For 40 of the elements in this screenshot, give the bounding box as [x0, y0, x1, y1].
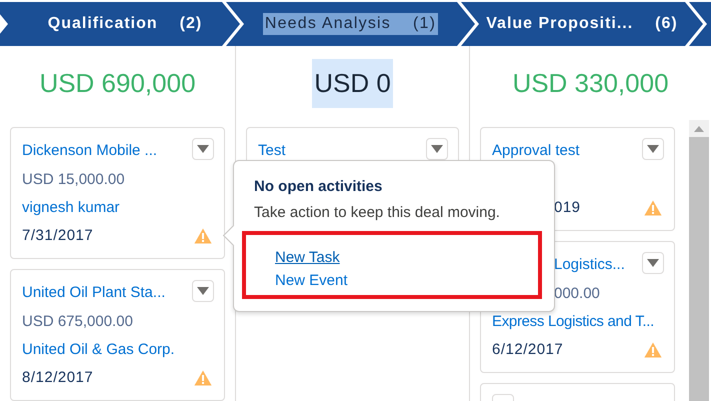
stage-name: Value Propositi... [486, 15, 634, 33]
deal-name-link[interactable]: Dickenson Mobile ... [22, 142, 158, 159]
stage-count: (1) [413, 15, 436, 33]
deal-amount: USD 675,000.00 [22, 312, 134, 332]
deal-amount: USD 15,000.00 [22, 170, 126, 190]
deal-name-link[interactable]: Approval test [492, 142, 580, 159]
close-date: 7/31/2017 [22, 226, 94, 246]
stage-name: Qualification [48, 15, 158, 33]
stage-count: (2) [180, 15, 202, 33]
deal-amount: 000.00 [553, 284, 601, 304]
deal-name-link[interactable]: United Oil Plant Sta... [22, 284, 166, 301]
caret-icon [647, 145, 659, 153]
deal-card[interactable]: Dickenson Mobile ... USD 15,000.00 vignesh kumar 7/31/2017 [10, 127, 225, 259]
dropdown-button[interactable] [192, 280, 214, 302]
account-link[interactable]: Express Logistics and T... [492, 308, 664, 336]
deal-name-link[interactable]: Test [258, 142, 286, 159]
account-link[interactable]: United Oil & Gas Corp. [22, 336, 214, 364]
close-date: 6/12/2017 [492, 340, 564, 360]
caret-icon [197, 287, 209, 295]
dropdown-button[interactable] [642, 252, 664, 274]
stage-tab[interactable]: Needs Analysis (1) [226, 2, 475, 46]
caret-icon [647, 259, 659, 267]
dropdown-button[interactable] [642, 138, 664, 160]
caret-icon [431, 145, 443, 153]
close-date: 8/12/2017 [22, 368, 94, 388]
stage-tab[interactable]: Qualification (2) [0, 2, 240, 46]
stage-tab[interactable]: Value Propositi... (6) [461, 2, 703, 46]
stage-total: USD 0 [312, 58, 393, 108]
dropdown-button[interactable] [192, 138, 214, 160]
stage-count: (6) [655, 15, 678, 33]
action-link[interactable]: New Event [275, 271, 348, 291]
account-link[interactable]: vignesh kumar [22, 194, 214, 222]
action-link[interactable]: New Task [275, 248, 340, 268]
dropdown-button[interactable] [426, 138, 448, 160]
stage-total: USD 690,000 [38, 66, 197, 100]
caret-icon [197, 145, 209, 153]
deal-card[interactable]: United Oil Plant Sta... USD 675,000.00 United Oil & Gas Corp. 8/12/2017 [10, 269, 225, 401]
popover-title: No open activities [254, 178, 384, 195]
stage-name: Needs Analysis [264, 15, 392, 33]
stage-total: USD 330,000 [511, 66, 670, 100]
